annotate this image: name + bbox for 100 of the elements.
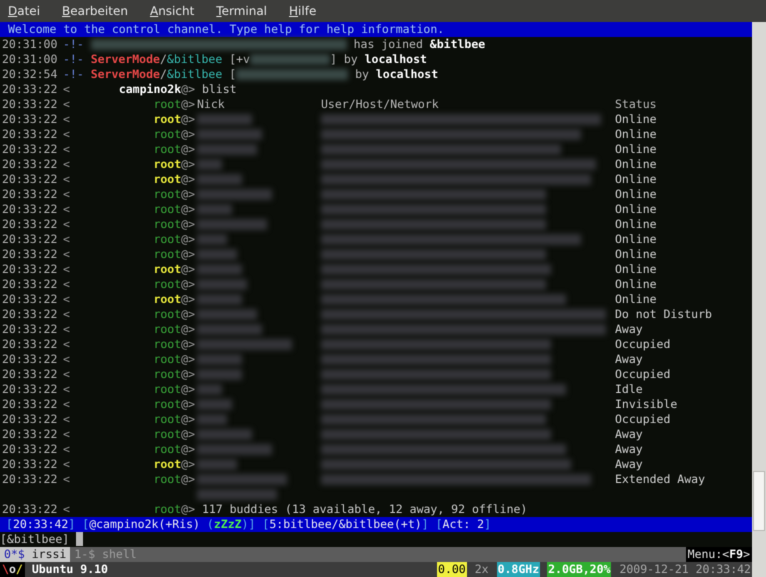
status-text: Occupied bbox=[615, 412, 670, 427]
timestamp: 20:33:22 bbox=[2, 307, 58, 322]
status-text: Online bbox=[615, 247, 657, 262]
nick-prefix: root@> bbox=[152, 397, 195, 412]
status-text: Online bbox=[615, 172, 657, 187]
blurred-text bbox=[197, 114, 252, 125]
blurred-text bbox=[197, 399, 232, 410]
menu-item[interactable]: Hilfe bbox=[283, 4, 322, 18]
blurred-text bbox=[197, 249, 237, 260]
nick-prefix: root@> bbox=[152, 142, 195, 157]
blurred-text bbox=[197, 459, 237, 470]
scrollbar[interactable] bbox=[752, 22, 766, 577]
nick-prefix: root@> bbox=[152, 427, 195, 442]
text-cursor bbox=[76, 532, 84, 546]
blurred-text bbox=[197, 129, 262, 140]
status-text: Online bbox=[615, 292, 657, 307]
nick-prefix: root@> bbox=[152, 442, 195, 457]
screen-tab[interactable]: 0*$ irssi bbox=[0, 546, 70, 562]
nick-prefix: root@> bbox=[152, 202, 195, 217]
message-marker: < bbox=[63, 427, 71, 442]
menu-item[interactable]: Ansicht bbox=[144, 4, 200, 18]
timestamp: 20:33:22 bbox=[2, 382, 58, 397]
menu-item[interactable]: Datei bbox=[2, 4, 46, 18]
message-marker: < bbox=[63, 337, 71, 352]
column-header: Status bbox=[615, 97, 657, 112]
menu-item[interactable]: Bearbeiten bbox=[56, 4, 134, 18]
status-text: Away bbox=[615, 457, 643, 472]
status-text: Away bbox=[615, 352, 643, 367]
menu-hint: Menu:<F9> bbox=[686, 546, 752, 562]
status-text: Away bbox=[615, 322, 643, 337]
message-marker: < bbox=[63, 352, 71, 367]
nick-prefix: root@> bbox=[152, 472, 195, 487]
status-text: Online bbox=[615, 277, 657, 292]
message-marker: < bbox=[63, 247, 71, 262]
timestamp: 20:33:22 bbox=[2, 367, 58, 382]
blurred-text bbox=[197, 294, 242, 305]
timestamp: 20:33:22 bbox=[2, 112, 58, 127]
scrollbar-thumb[interactable] bbox=[753, 471, 765, 531]
status-text: Away bbox=[615, 442, 643, 457]
nick-prefix: root@> bbox=[152, 307, 195, 322]
timestamp: 20:33:22 bbox=[2, 292, 58, 307]
message-marker: < bbox=[63, 262, 71, 277]
message-marker: < bbox=[63, 112, 71, 127]
status-text: Online bbox=[615, 262, 657, 277]
timestamp: 20:33:22 bbox=[2, 97, 58, 112]
status-item: [@campino2k(+Ris) (zZzZ)] bbox=[82, 516, 256, 532]
timestamp: 20:33:22 bbox=[2, 412, 58, 427]
input-prompt: [&bitlbee] bbox=[0, 532, 70, 547]
timestamp: 20:33:22 bbox=[2, 457, 58, 472]
system-info: 2x bbox=[474, 562, 490, 577]
message-text: 117 buddies (13 available, 12 away, 92 offline) bbox=[200, 502, 528, 517]
blurred-text bbox=[197, 264, 242, 275]
nick-prefix: root@> bbox=[152, 367, 195, 382]
status-text: Invisible bbox=[615, 397, 678, 412]
nick-prefix: root@> bbox=[152, 262, 195, 277]
blurred-text bbox=[197, 414, 227, 425]
nick-prefix: campino2k@> bbox=[118, 82, 195, 97]
status-text: Idle bbox=[615, 382, 643, 397]
timestamp: 20:33:22 bbox=[2, 352, 58, 367]
message-marker: < bbox=[63, 457, 71, 472]
event-text: ] by localhost bbox=[330, 52, 427, 67]
nick-prefix: root@> bbox=[152, 502, 195, 517]
timestamp: 20:33:22 bbox=[2, 232, 58, 247]
message-marker: < bbox=[63, 217, 71, 232]
nick-prefix: root@> bbox=[152, 457, 195, 472]
timestamp: 20:33:22 bbox=[2, 157, 58, 172]
system-info: 2.0GB,20% bbox=[547, 562, 612, 577]
status-text: Occupied bbox=[615, 367, 670, 382]
timestamp: 20:33:22 bbox=[2, 247, 58, 262]
blurred-text bbox=[197, 174, 242, 185]
message-marker: < bbox=[63, 397, 71, 412]
nick-prefix: root@> bbox=[152, 217, 195, 232]
host-name: Ubuntu 9.10 bbox=[32, 562, 108, 577]
message-marker: < bbox=[63, 97, 71, 112]
message-marker: < bbox=[63, 82, 71, 97]
event-text: by localhost bbox=[354, 67, 438, 82]
timestamp: 20:33:22 bbox=[2, 322, 58, 337]
status-text: Online bbox=[615, 127, 657, 142]
message-marker: < bbox=[63, 412, 71, 427]
channel-topic: Welcome to the control channel. Type help for help information. bbox=[0, 22, 752, 37]
menu-item[interactable]: Terminal bbox=[210, 4, 274, 18]
timestamp: 20:31:00 bbox=[2, 52, 58, 67]
system-info: 0.00 bbox=[437, 562, 467, 577]
status-item: [5:bitlbee/&bitlbee(+t)] bbox=[262, 516, 429, 532]
nick-prefix: root@> bbox=[152, 382, 195, 397]
timestamp: 20:33:22 bbox=[2, 82, 58, 97]
message-marker: < bbox=[63, 172, 71, 187]
message-marker: < bbox=[63, 442, 71, 457]
status-text: Online bbox=[615, 187, 657, 202]
timestamp: 20:31:00 bbox=[2, 37, 58, 52]
status-item: [20:33:42] bbox=[6, 516, 76, 532]
nick-prefix: root@> bbox=[152, 172, 195, 187]
nick-prefix: root@> bbox=[152, 157, 195, 172]
timestamp: 20:33:22 bbox=[2, 502, 58, 517]
timestamp: 20:33:22 bbox=[2, 217, 58, 232]
message-marker: < bbox=[63, 367, 71, 382]
status-item: [Act: 2] bbox=[436, 516, 492, 532]
column-header: Nick bbox=[197, 97, 225, 111]
timestamp: 20:33:22 bbox=[2, 337, 58, 352]
message-marker: < bbox=[63, 127, 71, 142]
